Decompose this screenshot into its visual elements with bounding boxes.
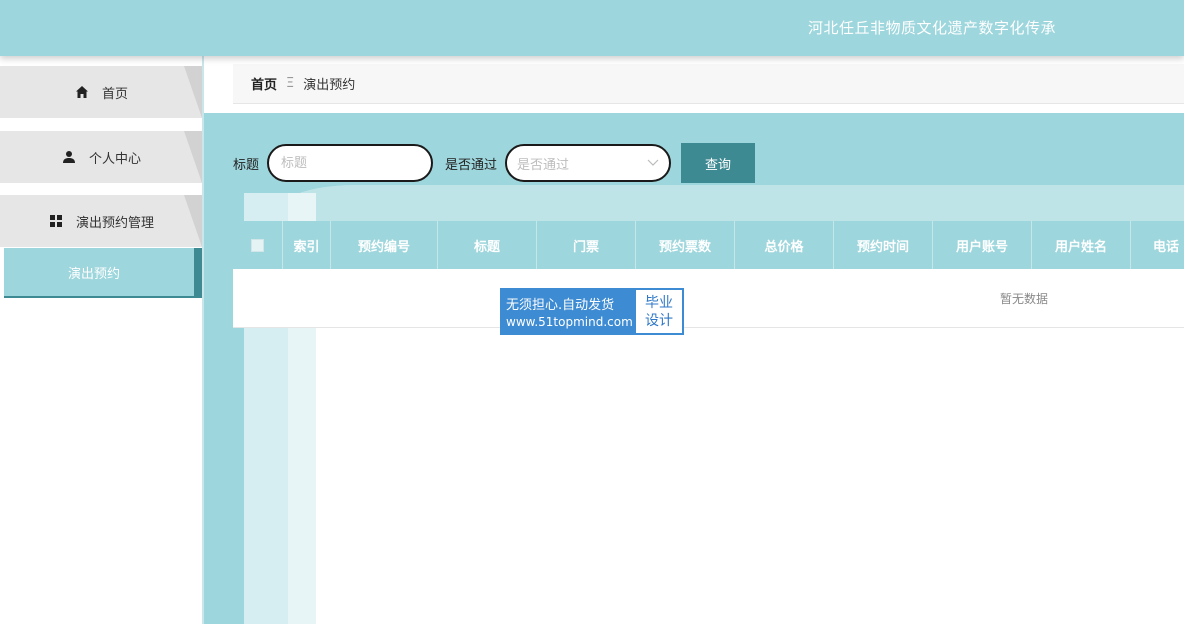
column-header[interactable]: 预约编号 xyxy=(331,221,438,269)
watermark-slogan: 无须担心.自动发货 xyxy=(506,298,615,313)
sidebar-subitem-performance-booking[interactable]: 演出预约 xyxy=(4,248,202,298)
column-header[interactable]: 标题 xyxy=(438,221,537,269)
content-area xyxy=(316,328,1184,624)
top-header: 河北任丘非物质文化遗产数字化传承 xyxy=(0,0,1184,56)
watermark-badge-line: 毕业 xyxy=(645,294,673,311)
column-header[interactable]: 预约时间 xyxy=(834,221,933,269)
empty-state-text: 暂无数据 xyxy=(1000,292,1049,306)
column-header[interactable]: 用户姓名 xyxy=(1032,221,1131,269)
select-all-cell xyxy=(233,221,283,269)
sidebar-item-label: 个人中心 xyxy=(88,151,141,167)
approved-label: 是否通过 xyxy=(445,157,498,173)
sidebar-item-home[interactable]: 首页 xyxy=(0,66,202,118)
breadcrumb: 首页 Ξ 演出预约 xyxy=(233,64,1184,104)
query-button[interactable]: 查询 xyxy=(681,143,756,183)
table-body: 暂无数据 xyxy=(233,269,1184,328)
watermark-text: 无须担心.自动发货 www.51topmind.com xyxy=(502,290,636,333)
sidebar: 首页 个人中心 演出预约管理 演出预约 xyxy=(0,56,204,624)
search-form: 标题 是否通过 是否通过 查询 xyxy=(233,143,756,183)
title-search-input[interactable] xyxy=(267,144,434,182)
column-header[interactable]: 门票 xyxy=(537,221,636,269)
breadcrumb-current: 演出预约 xyxy=(303,78,356,93)
site-title: 河北任丘非物质文化遗产数字化传承 xyxy=(807,19,1056,37)
breadcrumb-separator: Ξ xyxy=(286,76,295,91)
select-all-checkbox[interactable] xyxy=(251,238,264,252)
sidebar-item-label: 演出预约管理 xyxy=(75,215,154,231)
sidebar-item-label: 首页 xyxy=(101,86,128,102)
chevron-down-icon xyxy=(647,156,659,171)
person-icon xyxy=(61,149,77,165)
breadcrumb-home[interactable]: 首页 xyxy=(251,74,277,93)
watermark-badge-line: 设计 xyxy=(645,312,673,329)
data-table: 索引 预约编号 标题 门票 预约票数 总价格 预约时间 用户账号 用户姓名 电话… xyxy=(233,221,1184,328)
approved-select[interactable]: 是否通过 xyxy=(505,144,672,182)
title-label: 标题 xyxy=(233,157,260,173)
watermark-url: www.51topmind.com xyxy=(506,315,633,329)
approved-select-placeholder: 是否通过 xyxy=(517,157,570,173)
column-header[interactable]: 电话 xyxy=(1131,221,1184,269)
main-content: 标题 是否通过 是否通过 查询 索引 预约编号 标题 门票 预约票数 总价格 预… xyxy=(204,113,1184,624)
column-header[interactable]: 用户账号 xyxy=(933,221,1032,269)
column-header[interactable]: 总价格 xyxy=(735,221,834,269)
watermark-badge: 毕业 设计 xyxy=(636,290,682,333)
column-header[interactable]: 索引 xyxy=(283,221,331,269)
home-icon xyxy=(74,84,90,100)
column-header[interactable]: 预约票数 xyxy=(636,221,735,269)
grid-icon xyxy=(48,213,64,229)
sidebar-item-performance-booking-management[interactable]: 演出预约管理 xyxy=(0,195,202,247)
watermark-banner: 无须担心.自动发货 www.51topmind.com 毕业 设计 xyxy=(500,288,684,335)
table-header: 索引 预约编号 标题 门票 预约票数 总价格 预约时间 用户账号 用户姓名 电话 xyxy=(233,221,1184,269)
sidebar-item-profile[interactable]: 个人中心 xyxy=(0,131,202,183)
